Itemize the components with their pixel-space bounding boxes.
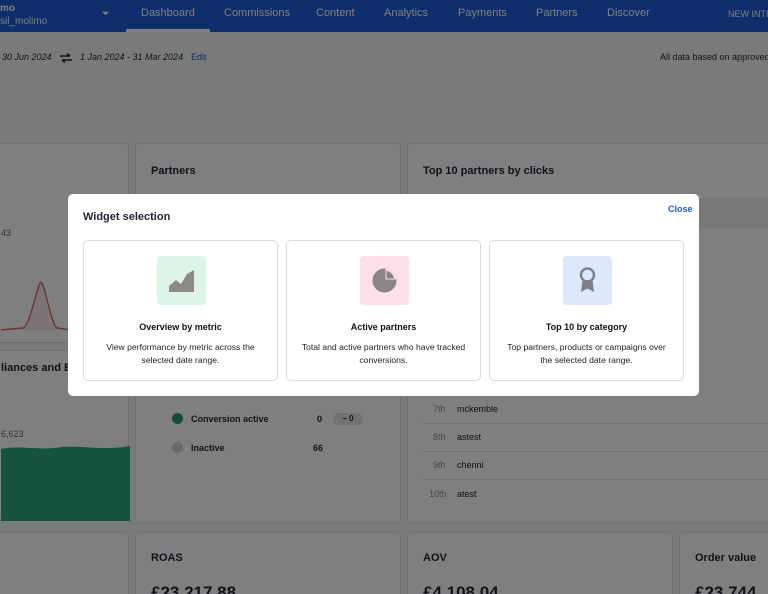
widget-active-partners[interactable]: Active partners Total and active partner…	[286, 240, 481, 381]
widget-title: Active partners	[350, 322, 417, 332]
modal-title: Widget selection	[83, 211, 171, 223]
pie-chart-icon	[360, 256, 409, 305]
widget-description: Top partners, products or campaigns over…	[507, 342, 666, 365]
area-chart-icon	[157, 256, 206, 305]
widget-title: Overview by metric	[139, 322, 222, 332]
widget-top10-by-category[interactable]: Top 10 by category Top partners, product…	[489, 240, 684, 381]
widget-description: View performance by metric across the se…	[106, 342, 255, 365]
widget-overview-by-metric[interactable]: Overview by metric View performance by m…	[83, 240, 278, 381]
close-button[interactable]: Close	[668, 204, 693, 214]
widget-description: Total and active partners who have track…	[301, 342, 466, 365]
widget-title: Top 10 by category	[545, 322, 628, 332]
widget-selection-modal: Widget selection Close Overview by metri…	[68, 194, 699, 396]
award-ribbon-icon	[563, 256, 612, 305]
